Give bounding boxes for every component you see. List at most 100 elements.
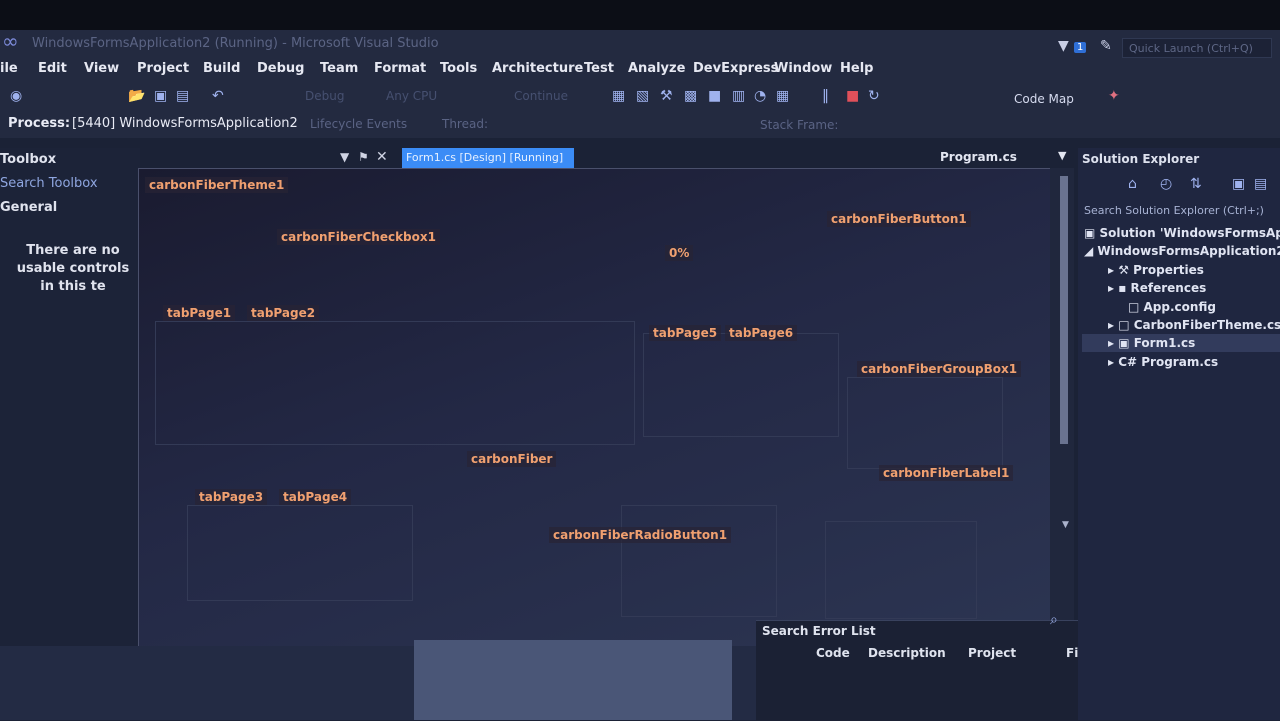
window-icon[interactable]: ▧: [636, 88, 649, 104]
platform-dropdown[interactable]: Any CPU: [386, 89, 437, 103]
menu-project[interactable]: Project: [137, 61, 189, 76]
pin-icon[interactable]: ⚑: [358, 150, 369, 164]
menu-devexpress[interactable]: DevExpress: [693, 61, 778, 76]
save-icon[interactable]: ▣: [154, 88, 167, 104]
tab-page-2[interactable]: tabPage2: [247, 305, 320, 321]
menu-file[interactable]: ile: [0, 61, 18, 76]
project-node-label: WindowsFormsApplication2: [1097, 244, 1280, 258]
column-description[interactable]: Description: [868, 646, 946, 660]
globe-icon[interactable]: ◔: [754, 88, 766, 104]
toolbox-icon[interactable]: ■: [708, 88, 721, 104]
tab-page-5[interactable]: tabPage5: [649, 325, 722, 341]
menu-format[interactable]: Format: [374, 61, 426, 76]
debug-tool-icon[interactable]: ▦: [612, 88, 625, 104]
menu-analyze[interactable]: Analyze: [628, 61, 685, 76]
code-map-button[interactable]: Code Map: [1014, 92, 1074, 106]
menu-build[interactable]: Build: [203, 61, 240, 76]
feedback-icon[interactable]: ✎: [1100, 38, 1112, 54]
scroll-down-icon[interactable]: ▼: [1062, 520, 1069, 530]
tab-list-dropdown-icon[interactable]: ▼: [1058, 149, 1066, 162]
label-panel: [825, 521, 977, 619]
menu-help[interactable]: Help: [840, 61, 873, 76]
undo-icon[interactable]: ↶: [212, 88, 224, 104]
dropdown-icon[interactable]: ▼: [340, 150, 349, 164]
menu-window[interactable]: Window: [774, 61, 832, 76]
filter-icon[interactable]: ▼: [1058, 38, 1069, 54]
app-config-node[interactable]: □ App.config: [1128, 300, 1216, 314]
navigate-back-icon[interactable]: ◉: [10, 88, 22, 104]
quick-launch-input[interactable]: Quick Launch (Ctrl+Q): [1122, 38, 1272, 58]
copy-icon[interactable]: ▥: [732, 88, 745, 104]
solution-node[interactable]: ▣ Solution 'WindowsFormsApplicat: [1084, 226, 1280, 240]
fiber-button-1[interactable]: carbonFiberButton1: [827, 211, 971, 227]
search-icon[interactable]: ⌕: [1050, 612, 1058, 628]
glare-area: [414, 640, 732, 720]
fiber-button-2[interactable]: carbonFiber: [467, 451, 557, 467]
references-label: References: [1130, 281, 1207, 295]
form1-node[interactable]: ▸ ▣ Form1.cs: [1108, 336, 1195, 350]
properties-label: Properties: [1133, 263, 1204, 277]
show-all-files-icon[interactable]: ▤: [1254, 176, 1267, 192]
column-file[interactable]: Fi: [1066, 646, 1078, 660]
solution-explorer-search[interactable]: Search Solution Explorer (Ctrl+;): [1084, 204, 1264, 217]
tab-page-6[interactable]: tabPage6: [725, 325, 798, 341]
project-node[interactable]: ◢ WindowsFormsApplication2: [1084, 244, 1280, 258]
group-box-frame: [847, 377, 1003, 469]
collapse-all-icon[interactable]: ▣: [1232, 176, 1245, 192]
properties-node[interactable]: ▸ ⚒ Properties: [1108, 263, 1204, 277]
menu-view[interactable]: View: [84, 61, 119, 76]
close-icon[interactable]: ✕: [376, 149, 388, 165]
config-dropdown[interactable]: Debug: [305, 89, 344, 103]
program-node[interactable]: ▸ C# Program.cs: [1108, 355, 1218, 369]
save-all-icon[interactable]: ▤: [176, 88, 189, 104]
menu-team[interactable]: Team: [320, 61, 358, 76]
restart-icon[interactable]: ↻: [868, 88, 880, 104]
process-dropdown[interactable]: [5440] WindowsFormsApplication2: [72, 116, 298, 131]
column-code[interactable]: Code: [816, 646, 850, 660]
tab-form1-design[interactable]: Form1.cs [Design] [Running]: [402, 148, 574, 168]
fiber-radio-button[interactable]: carbonFiberRadioButton1: [549, 527, 732, 543]
stop-icon[interactable]: ■: [846, 88, 859, 104]
scrollbar-thumb[interactable]: [1060, 176, 1068, 444]
column-project[interactable]: Project: [968, 646, 1016, 660]
home-icon[interactable]: ⌂: [1128, 176, 1137, 192]
carbon-theme-label: CarbonFiberTheme.cs: [1133, 318, 1280, 332]
layout-icon[interactable]: ▩: [684, 88, 697, 104]
toolbox-group-general[interactable]: General: [0, 200, 57, 215]
tab-control-2: [187, 505, 413, 601]
tab-page-3[interactable]: tabPage3: [195, 489, 268, 505]
pause-icon[interactable]: ‖: [822, 88, 829, 104]
sync-icon[interactable]: ⇅: [1190, 176, 1202, 192]
solution-explorer-title: Solution Explorer: [1082, 152, 1200, 166]
fiber-checkbox[interactable]: carbonFiberCheckbox1: [277, 229, 440, 245]
toolbox-search-input[interactable]: Search Toolbox: [0, 176, 98, 191]
menu-edit[interactable]: Edit: [38, 61, 67, 76]
visual-studio-logo-icon: ∞: [2, 29, 19, 53]
error-list-search[interactable]: Search Error List: [762, 624, 876, 638]
program-label: Program.cs: [1141, 355, 1219, 369]
tab-page-1[interactable]: tabPage1: [163, 305, 236, 321]
grid-icon[interactable]: ▦: [776, 88, 789, 104]
menu-architecture[interactable]: Architecture: [492, 61, 583, 76]
solution-node-label: Solution 'WindowsFormsApplicat: [1099, 226, 1280, 240]
window-title: WindowsFormsApplication2 (Running) - Mic…: [32, 36, 439, 51]
wrench-icon[interactable]: ⚒: [660, 88, 673, 104]
running-form-window: carbonFiberTheme1 carbonFiberCheckbox1 c…: [138, 168, 1052, 648]
tab-program-cs[interactable]: Program.cs: [940, 150, 1017, 164]
references-node[interactable]: ▸ ▪ References: [1108, 281, 1206, 295]
toolbox-empty-message: There are no usable controls in this te: [16, 243, 130, 294]
menu-tools[interactable]: Tools: [440, 61, 477, 76]
history-icon[interactable]: ◴: [1160, 176, 1172, 192]
carbon-theme-node[interactable]: ▸ □ CarbonFiberTheme.cs: [1108, 318, 1280, 332]
extension-icon[interactable]: ✦: [1108, 88, 1120, 104]
thread-label: Thread:: [442, 117, 489, 131]
menu-test[interactable]: Test: [584, 61, 614, 76]
continue-button[interactable]: Continue: [514, 89, 568, 103]
tab-page-4[interactable]: tabPage4: [279, 489, 352, 505]
open-file-icon[interactable]: 📂: [128, 88, 145, 104]
lifecycle-events-dropdown[interactable]: Lifecycle Events: [310, 117, 407, 131]
tab-control-1: [155, 321, 635, 445]
menu-debug[interactable]: Debug: [257, 61, 304, 76]
notification-badge[interactable]: 1: [1074, 42, 1087, 53]
fiber-group-box: carbonFiberGroupBox1: [857, 361, 1022, 377]
